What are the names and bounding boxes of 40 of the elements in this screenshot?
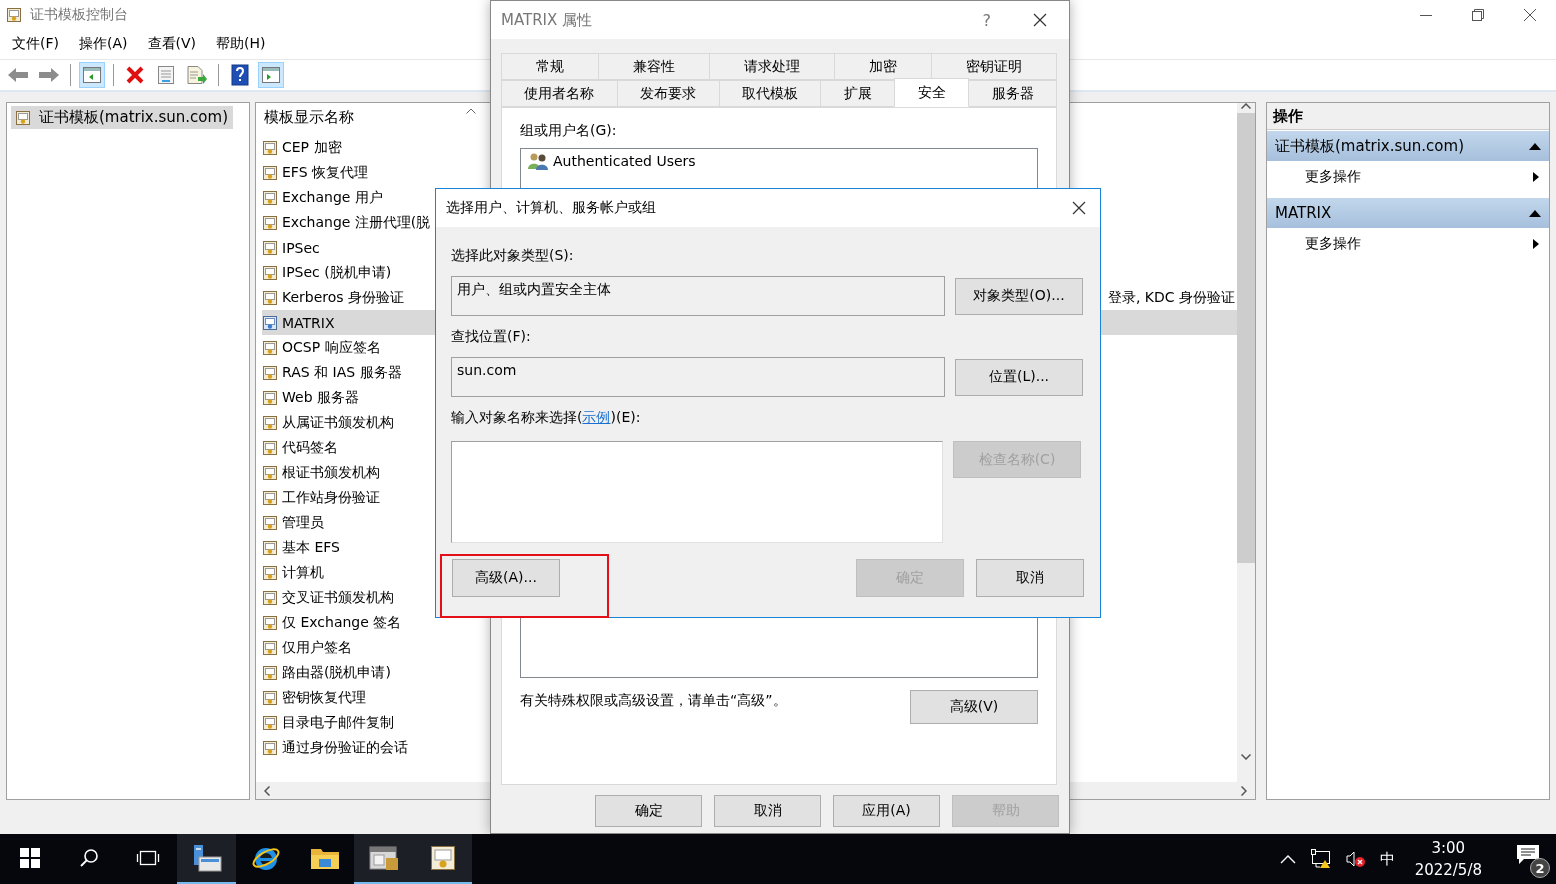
template-name: CEP 加密 [282, 138, 342, 157]
section-title: 证书模板(matrix.sun.com) [1275, 136, 1464, 156]
hint-text: 有关特殊权限或高级设置，请单击“高级”。 [520, 692, 787, 710]
field-label: 选择此对象类型(S): [451, 247, 575, 265]
template-name: 目录电子邮件复制 [282, 713, 394, 732]
template-name: IPSec [282, 239, 320, 256]
field-label: 输入对象名称来选择(示例)(E): [451, 409, 642, 427]
template-name: 代码签名 [282, 438, 338, 457]
template-name: 计算机 [282, 563, 324, 582]
template-name: 交叉证书颁发机构 [282, 588, 394, 607]
template-name: RAS 和 IAS 服务器 [282, 363, 402, 382]
template-name: Kerberos 身份验证 [282, 288, 405, 307]
template-name: OCSP 响应签名 [282, 338, 381, 357]
template-name: Exchange 注册代理(脱 [282, 213, 431, 232]
template-name: 工作站身份验证 [282, 488, 380, 507]
dialog-title: MATRIX 属性 [501, 10, 594, 30]
template-name: Web 服务器 [282, 388, 359, 407]
window-title: 证书模板控制台 [30, 6, 128, 24]
template-name: Exchange 用户 [282, 188, 383, 207]
template-name: 基本 EFS [282, 538, 340, 557]
template-name: 管理员 [282, 513, 324, 532]
actions-title: 操作 [1267, 103, 1549, 130]
template-name: MATRIX [282, 314, 335, 331]
template-name: 密钥恢复代理 [282, 688, 366, 707]
template-name: 通过身份验证的会话 [282, 738, 408, 757]
template-name: 从属证书颁发机构 [282, 413, 394, 432]
dialog-title: 选择用户、计算机、服务帐户或组 [446, 199, 656, 217]
template-name: IPSec (脱机申请) [282, 263, 392, 282]
template-name: EFS 恢复代理 [282, 163, 368, 182]
location-field: sun.com [451, 357, 945, 397]
notification-count: 2 [1530, 858, 1550, 878]
template-name: 路由器(脱机申请) [282, 663, 391, 682]
field-label: 组或用户名(G): [520, 122, 618, 140]
section-title: MATRIX [1275, 204, 1332, 222]
template-name: 根证书颁发机构 [282, 463, 380, 482]
table-cell-text: 登录, KDC 身份验证 [1107, 288, 1236, 307]
template-name: 仅 Exchange 签名 [282, 613, 402, 632]
template-name: 仅用户签名 [282, 638, 352, 657]
field-label: 查找位置(F): [451, 328, 532, 346]
object-type-field: 用户、组或内置安全主体 [451, 276, 945, 316]
